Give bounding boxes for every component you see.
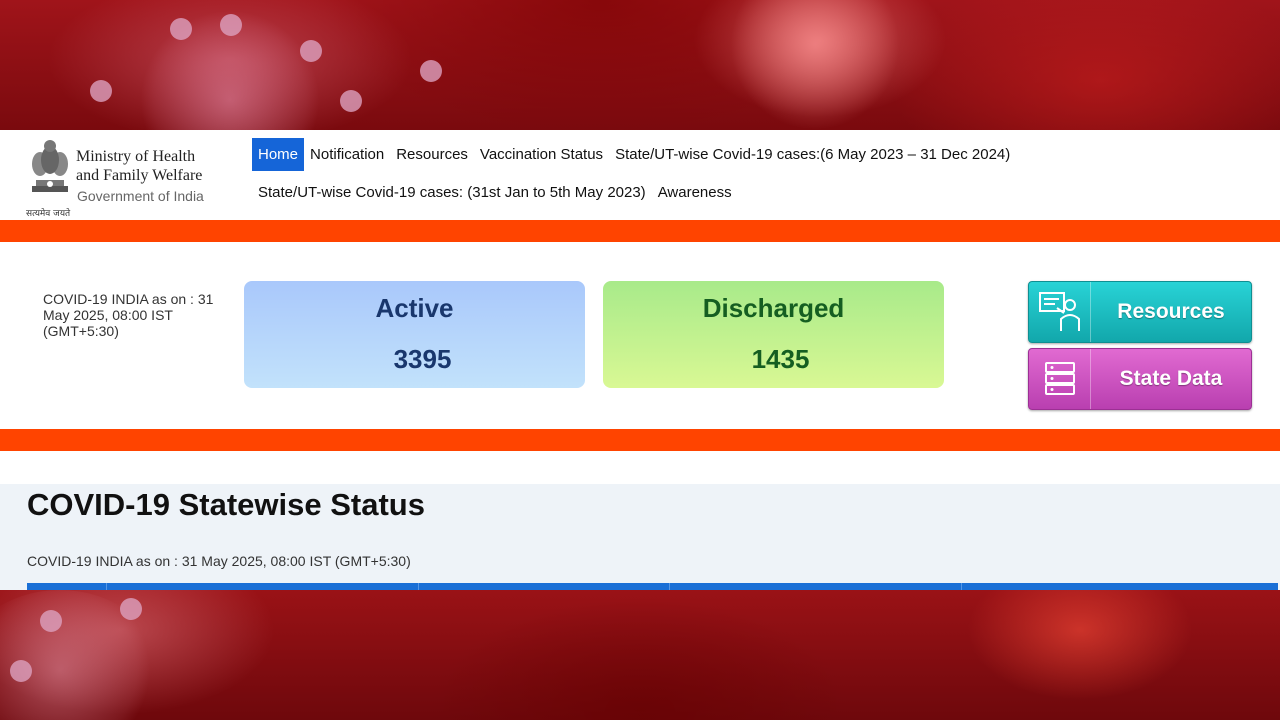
server-database-icon (1029, 349, 1091, 409)
nav-resources[interactable]: Resources (390, 138, 474, 171)
resources-button[interactable]: Resources (1028, 281, 1252, 343)
discharged-value: 1435 (751, 344, 810, 374)
national-emblem-icon (26, 134, 74, 206)
table-header-cell (670, 583, 962, 590)
statewise-table-header (27, 583, 1278, 590)
virus-spike (220, 14, 242, 36)
nav-awareness[interactable]: Awareness (652, 176, 738, 209)
state-data-button-label: State Data (1119, 367, 1223, 390)
background-banner-top (0, 0, 1280, 130)
main-nav-row1: Home Notification Resources Vaccination … (252, 138, 1016, 171)
presenter-icon (1029, 282, 1091, 342)
government-label: Government of India (77, 188, 204, 204)
virus-spike (120, 598, 142, 620)
virus-spike (340, 90, 362, 112)
table-header-cell (962, 583, 1278, 590)
nav-statewise-cases-jan-may-2023[interactable]: State/UT-wise Covid-19 cases: (31st Jan … (252, 176, 652, 209)
discharged-cases-card: Discharged 1435 (603, 281, 944, 388)
resources-button-label: Resources (1117, 300, 1225, 323)
orange-divider (0, 429, 1280, 451)
virus-spike (170, 18, 192, 40)
virus-spike (90, 80, 112, 102)
active-cases-card: Active 3395 (244, 281, 585, 388)
background-banner-bottom (0, 590, 1280, 720)
virus-spike (40, 610, 62, 632)
statewise-title: COVID-19 Statewise Status (27, 487, 425, 522)
table-header-cell (107, 583, 419, 590)
virus-spike (420, 60, 442, 82)
main-nav-row2: State/UT-wise Covid-19 cases: (31st Jan … (252, 176, 738, 209)
spacer (0, 451, 1280, 484)
table-header-cell (27, 583, 107, 590)
nav-notification[interactable]: Notification (304, 138, 390, 171)
active-value: 3395 (393, 344, 452, 374)
orange-divider (0, 220, 1280, 242)
statewise-status-section: COVID-19 Statewise Status COVID-19 INDIA… (0, 484, 1280, 590)
active-label: Active (375, 293, 454, 323)
state-data-button[interactable]: State Data (1028, 348, 1252, 410)
nav-home[interactable]: Home (252, 138, 305, 171)
ministry-logo[interactable]: सत्यमेव जयते Ministry of Health and Fami… (26, 134, 226, 219)
statewise-as-of: COVID-19 INDIA as on : 31 May 2025, 08:0… (27, 553, 411, 569)
table-header-cell (419, 583, 670, 590)
virus-spike (300, 40, 322, 62)
nav-vaccination-status[interactable]: Vaccination Status (474, 138, 609, 171)
site-header: सत्यमेव जयते Ministry of Health and Fami… (0, 130, 1280, 220)
stats-panel: COVID-19 INDIA as on : 31 May 2025, 08:0… (0, 242, 1280, 429)
emblem-motto: सत्यमेव जयते (26, 209, 71, 219)
ministry-name-line1: Ministry of Health (76, 148, 196, 165)
as-of-timestamp: COVID-19 INDIA as on : 31 May 2025, 08:0… (43, 291, 214, 339)
ministry-name-line2: and Family Welfare (76, 167, 203, 184)
virus-graphic (730, 0, 900, 130)
nav-statewise-cases-2023-2024[interactable]: State/UT-wise Covid-19 cases:(6 May 2023… (609, 138, 1016, 171)
discharged-label: Discharged (702, 293, 845, 323)
virus-spike (10, 660, 32, 682)
